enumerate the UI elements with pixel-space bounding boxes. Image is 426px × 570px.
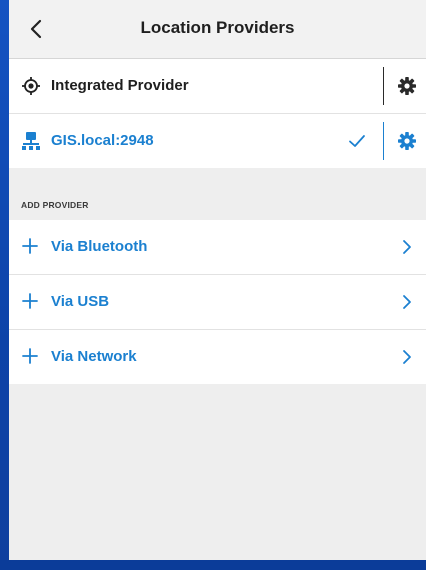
add-via-usb[interactable]: Via USB <box>9 274 426 329</box>
provider-row-gis-local[interactable]: GIS.local:2948 <box>9 113 426 168</box>
add-via-network[interactable]: Via Network <box>9 329 426 384</box>
add-option-label: Via Bluetooth <box>51 238 148 255</box>
divider <box>383 67 384 105</box>
divider <box>383 122 384 160</box>
checkmark-icon <box>349 135 365 147</box>
network-icon <box>21 131 41 151</box>
nav-header: Location Providers <box>9 0 426 59</box>
provider-label: Integrated Provider <box>51 77 189 94</box>
location-providers-panel: Location Providers Integrated Provider G… <box>9 0 426 560</box>
provider-row-integrated[interactable]: Integrated Provider <box>9 59 426 113</box>
gear-icon[interactable] <box>395 74 419 98</box>
gear-icon[interactable] <box>395 129 419 153</box>
plus-icon <box>22 348 38 364</box>
add-provider-heading: ADD PROVIDER <box>9 184 426 220</box>
section-heading: ADD PROVIDER <box>21 200 89 210</box>
plus-icon <box>22 238 38 254</box>
chevron-right-icon <box>403 295 411 309</box>
target-icon <box>21 76 41 96</box>
backdrop-left <box>0 0 9 570</box>
provider-label: GIS.local:2948 <box>51 132 154 149</box>
chevron-right-icon <box>403 240 411 254</box>
chevron-right-icon <box>403 350 411 364</box>
backdrop-bottom <box>0 560 426 570</box>
plus-icon <box>22 293 38 309</box>
page-title: Location Providers <box>140 18 295 37</box>
add-via-bluetooth[interactable]: Via Bluetooth <box>9 220 426 274</box>
add-option-label: Via Network <box>51 348 137 365</box>
add-option-label: Via USB <box>51 293 110 310</box>
